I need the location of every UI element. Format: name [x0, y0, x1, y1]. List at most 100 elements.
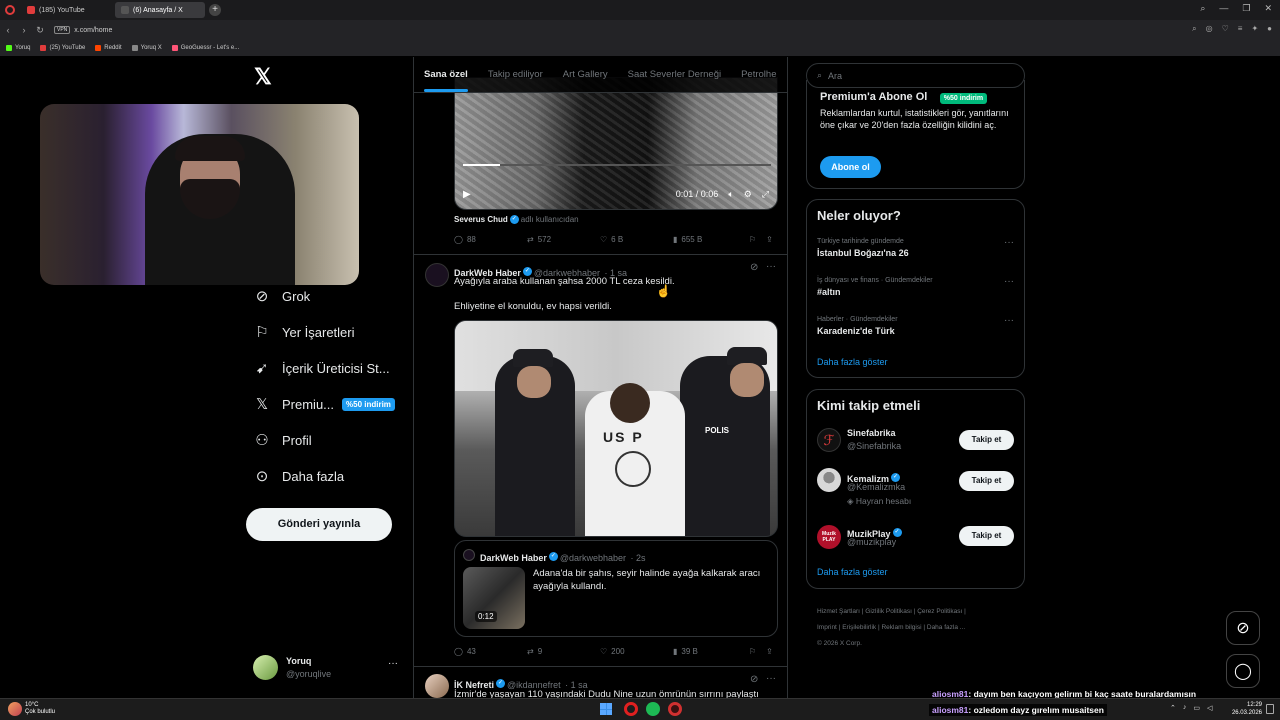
like-button[interactable]: ♡ 6 B [600, 235, 673, 244]
more-icon[interactable]: ··· [766, 673, 776, 684]
footer-link[interactable]: Gizlilik Politikası [865, 608, 912, 615]
new-tab-button[interactable]: + [209, 4, 221, 16]
bookmark-icon[interactable]: ⚐ [749, 235, 756, 244]
like-button[interactable]: ♡ 200 [600, 647, 673, 656]
weather-icon[interactable] [8, 702, 22, 716]
views-button[interactable]: ▮ 39 B [673, 647, 749, 656]
nav-item-creator-studio[interactable]: ➹ İçerik Üreticisi St... [252, 358, 395, 378]
repost-button[interactable]: ⇄ 572 [527, 235, 600, 244]
opera-taskbar-icon[interactable] [624, 702, 638, 716]
menu-icon[interactable]: ≡ [1238, 24, 1243, 34]
avatar[interactable] [425, 263, 449, 287]
trend-item[interactable]: Türkiye tarihinde gündemde İstanbul Boğa… [817, 238, 1017, 258]
tab-following[interactable]: Takip ediliyor [478, 57, 553, 92]
search-icon[interactable]: ⌕ [1200, 3, 1205, 14]
extensions-icon[interactable]: ✦ [1251, 24, 1258, 34]
avatar[interactable] [425, 674, 449, 698]
more-icon[interactable]: ··· [1004, 237, 1014, 248]
reply-button[interactable]: ◯ 43 [454, 647, 527, 656]
bookmark-item[interactable]: Yoruq X [131, 45, 162, 51]
quote-video-thumb[interactable]: 0:12 [463, 567, 525, 629]
more-icon[interactable]: ··· [1004, 276, 1014, 287]
heart-icon[interactable]: ♡ [1222, 24, 1229, 34]
more-icon[interactable]: ··· [1004, 315, 1014, 326]
clock[interactable]: 12:29 26.03.2026 [1228, 701, 1262, 717]
nav-item-bookmarks[interactable]: ⚐ Yer İşaretleri [252, 322, 395, 342]
vpn-badge[interactable]: VPN [54, 26, 71, 34]
tab-petrolhead[interactable]: Petrolhe [731, 57, 786, 92]
play-icon[interactable]: ▶ [463, 189, 471, 200]
spotify-icon[interactable] [646, 702, 660, 716]
search-icon[interactable]: ⌕ [1192, 24, 1196, 34]
avatar[interactable]: Muzik PLAY [817, 525, 841, 549]
footer-link[interactable]: Reklam bilgisi [881, 624, 921, 631]
bookmark-item[interactable]: (25) YouTube [40, 45, 85, 51]
microphone-icon[interactable]: ♪ [1183, 704, 1187, 712]
browser-tab-youtube[interactable]: (185) YouTube [21, 2, 111, 18]
account-switcher[interactable]: Yoruq @yoruqlive ··· [253, 654, 403, 682]
browser-tab-x[interactable]: (6) Anasayfa / X [115, 2, 205, 18]
tab-art-gallery[interactable]: Art Gallery [553, 57, 618, 92]
avatar[interactable] [817, 468, 841, 492]
opera-gx-icon[interactable] [668, 702, 682, 716]
bookmark-icon[interactable]: ⚐ [749, 647, 756, 656]
search-input[interactable]: ⌕ Ara [806, 63, 1025, 88]
follow-button[interactable]: Takip et [959, 471, 1014, 491]
quote-tweet[interactable]: DarkWeb Haber ✓ @darkwebhaber · 2s 0:12 Ad… [454, 540, 778, 637]
footer-link[interactable]: Daha fazla ... [927, 624, 965, 631]
follow-button[interactable]: Takip et [959, 430, 1014, 450]
weather-widget[interactable]: 10°C Çok bulutlu [25, 702, 55, 716]
notification-icon[interactable] [1266, 704, 1274, 714]
trend-item[interactable]: İş dünyası ve finans · Gündemdekiler #al… [817, 277, 1017, 297]
share-icon[interactable]: ⇪ [766, 235, 773, 244]
video-progress[interactable] [463, 164, 771, 166]
forward-icon[interactable]: › [16, 25, 32, 35]
bookmark-item[interactable]: Reddit [95, 45, 122, 51]
show-more-link[interactable]: Daha fazla göster [817, 567, 888, 577]
volume-icon[interactable]: 🔈︎ [728, 189, 733, 200]
network-icon[interactable]: ▭ [1193, 704, 1200, 712]
grok-button[interactable]: ⊘ [1226, 611, 1260, 645]
avatar[interactable]: ℱ [817, 428, 841, 452]
minimize-icon[interactable]: — [1219, 3, 1228, 14]
repost-button[interactable]: ⇄ 9 [527, 647, 600, 656]
nav-item-profile[interactable]: ⚇ Profil [252, 430, 395, 450]
more-icon[interactable]: ··· [766, 261, 776, 272]
volume-icon[interactable]: ◁ [1207, 704, 1212, 712]
reload-icon[interactable]: ↻ [32, 25, 48, 36]
back-icon[interactable]: ‹ [0, 25, 16, 35]
grok-icon[interactable]: ⊘ [750, 262, 758, 273]
views-button[interactable]: ▮ 655 B [673, 235, 749, 244]
footer-link[interactable]: Hizmet Şartları [817, 608, 860, 615]
close-icon[interactable]: ✕ [1264, 3, 1272, 14]
tweet-video[interactable]: ▶ 0:01 / 0:06 🔈︎ ⚙ ⤢ [454, 77, 778, 210]
reply-button[interactable]: ◯ 88 [454, 235, 527, 244]
grok-icon[interactable]: ⊘ [750, 674, 758, 685]
tab-for-you[interactable]: Sana özel [414, 57, 478, 92]
trend-item[interactable]: Haberler · Gündemdekiler Karadeniz'de Tü… [817, 316, 1017, 336]
more-icon[interactable]: ··· [388, 658, 398, 669]
footer-link[interactable]: Erişilebilirlik [842, 624, 876, 631]
messages-button[interactable]: ◯ [1226, 654, 1260, 688]
suggest-name[interactable]: Sinefabrika [847, 428, 896, 438]
video-attribution[interactable]: Severus Chud ✓ adlı kullanıcıdan [454, 215, 579, 225]
bookmark-item[interactable]: Yoruq [6, 45, 30, 51]
maximize-icon[interactable]: ❐ [1242, 3, 1250, 14]
follow-button[interactable]: Takip et [959, 526, 1014, 546]
share-icon[interactable]: ⇪ [766, 647, 773, 656]
tweet-photo[interactable]: POLIS US P [454, 320, 778, 537]
nav-item-grok[interactable]: ⊘ Grok [252, 286, 395, 306]
tab-saat-severler[interactable]: Saat Severler Derneği [618, 57, 731, 92]
bookmark-item[interactable]: GeoGuessr - Let's e... [171, 45, 239, 51]
windows-start-icon[interactable] [600, 703, 612, 715]
fullscreen-icon[interactable]: ⤢ [762, 189, 769, 200]
footer-link[interactable]: Imprint [817, 624, 837, 631]
subscribe-button[interactable]: Abone ol [820, 156, 881, 178]
chevron-up-icon[interactable]: ⌃ [1170, 704, 1176, 712]
url-input[interactable]: x.com/home [74, 27, 112, 34]
nav-item-premium[interactable]: 𝕏 Premiu... %50 indirim [252, 394, 395, 414]
settings-icon[interactable]: ⚙ [744, 189, 752, 200]
nav-item-more[interactable]: ⊙ Daha fazla [252, 466, 395, 486]
opera-icon[interactable] [5, 5, 15, 15]
post-button[interactable]: Gönderi yayınla [246, 508, 392, 541]
